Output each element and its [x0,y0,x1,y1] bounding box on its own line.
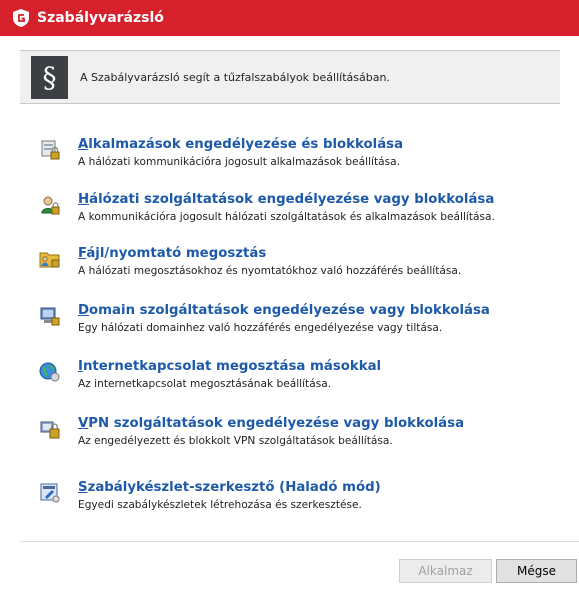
option-applications-label[interactable]: Alkalmazások engedélyezése és blokkolása [78,137,403,152]
option-ruleset-editor-label[interactable]: Szabálykészlet-szerkesztő (Haladó mód) [78,480,381,495]
option-applications-description: A hálózati kommunikációra jogosult alkal… [78,156,401,168]
option-vpn-services-label[interactable]: VPN szolgáltatások engedélyezése vagy bl… [78,416,464,431]
vpn-lock-icon [40,421,60,439]
option-vpn-services-description: Az engedélyezett és blokkolt VPN szolgál… [78,435,393,447]
option-network-services-label[interactable]: Hálózati szolgáltatások engedélyezése va… [78,192,494,207]
option-applications[interactable]: Alkalmazások engedélyezése és blokkolása… [39,137,559,177]
option-internet-sharing-label[interactable]: Internetkapcsolat megosztása másokkal [78,359,381,374]
option-internet-sharing-description: Az internetkapcsolat megosztásának beáll… [78,378,332,390]
ruleset-editor-icon [40,483,60,503]
cancel-button[interactable]: Mégse [496,559,577,583]
shared-folder-icon [39,252,60,268]
option-domain-services[interactable]: Domain szolgáltatások engedélyezése vagy… [39,303,559,343]
option-ruleset-editor[interactable]: Szabálykészlet-szerkesztő (Haladó mód) E… [39,480,559,520]
options-list: Alkalmazások engedélyezése és blokkolása… [0,0,579,540]
option-internet-sharing[interactable]: Internetkapcsolat megosztása másokkal Az… [39,359,559,399]
option-vpn-services[interactable]: VPN szolgáltatások engedélyezése vagy bl… [39,416,559,456]
option-network-services[interactable]: Hálózati szolgáltatások engedélyezése va… [39,192,559,232]
internet-globe-icon [39,362,60,382]
option-file-printer-sharing-description: A hálózati megosztásokhoz és nyomtatókho… [78,265,462,277]
option-ruleset-editor-description: Egyedi szabálykészletek létrehozása és s… [78,499,362,511]
application-lock-icon [41,140,60,160]
footer-divider [20,541,579,542]
option-file-printer-sharing[interactable]: Fájl/nyomtató megosztás A hálózati megos… [39,246,559,286]
apply-button[interactable]: Alkalmaz [399,559,492,583]
option-network-services-description: A kommunikációra jogosult hálózati szolg… [78,211,495,223]
option-domain-services-label[interactable]: Domain szolgáltatások engedélyezése vagy… [78,303,490,318]
network-service-lock-icon [41,196,60,215]
option-file-printer-sharing-label[interactable]: Fájl/nyomtató megosztás [78,246,266,261]
option-domain-services-description: Egy hálózati domainhez való hozzáférés e… [78,322,443,334]
domain-server-lock-icon [40,307,60,326]
